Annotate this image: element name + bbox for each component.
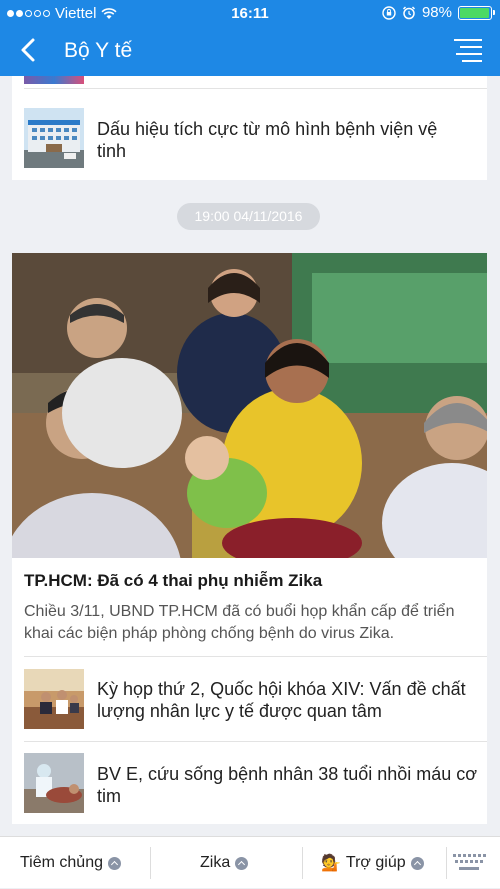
news-thumbnail[interactable] <box>24 669 84 729</box>
divider <box>24 741 487 742</box>
status-bar: Viettel 16:11 98% <box>0 0 500 26</box>
divider <box>446 847 447 879</box>
top-bar: Viettel 16:11 98% Bộ Y tế <box>0 0 500 76</box>
keyboard-icon[interactable] <box>452 853 486 873</box>
chevron-up-icon <box>410 856 424 870</box>
feature-headline[interactable]: TP.HCM: Đã có 4 thai phụ nhiễm Zika <box>24 571 322 591</box>
news-card-feature: TP.HCM: Đã có 4 thai phụ nhiễm Zika Chiề… <box>12 253 487 824</box>
news-thumbnail[interactable] <box>24 753 84 813</box>
feature-image[interactable] <box>12 253 487 558</box>
tab-tro-giup[interactable]: 💁 Trợ giúp <box>321 837 424 889</box>
battery-icon <box>458 5 495 20</box>
divider <box>150 847 151 879</box>
timestamp-badge: 19:00 04/11/2016 <box>177 203 320 230</box>
news-thumbnail-partial <box>24 76 84 84</box>
help-person-icon: 💁 <box>321 855 341 872</box>
news-title[interactable]: BV E, cứu sống bệnh nhân 38 tuổi nhồi má… <box>97 763 482 807</box>
news-card-previous: Dấu hiệu tích cực từ mô hình bệnh viện v… <box>12 76 487 180</box>
news-thumbnail[interactable] <box>24 108 84 168</box>
tab-label: Trợ giúp <box>345 854 406 871</box>
divider <box>24 88 487 89</box>
orientation-lock-icon <box>382 5 396 20</box>
divider <box>24 656 487 657</box>
news-title[interactable]: Dấu hiệu tích cực từ mô hình bệnh viện v… <box>97 118 469 162</box>
tab-tiem-chung[interactable]: Tiêm chủng <box>20 837 121 889</box>
back-chevron-icon[interactable] <box>14 35 44 65</box>
menu-icon[interactable] <box>454 39 482 63</box>
tab-label: Tiêm chủng <box>20 854 103 871</box>
nav-bar: Bộ Y tế <box>0 26 500 76</box>
battery-percent: 98% <box>421 4 452 21</box>
divider <box>302 847 303 879</box>
chevron-up-icon <box>108 856 121 870</box>
chevron-up-icon <box>235 856 249 870</box>
tab-zika[interactable]: Zika <box>200 837 249 889</box>
news-title[interactable]: Kỳ họp thứ 2, Quốc hội khóa XIV: Vấn đề … <box>97 678 482 722</box>
alarm-icon <box>402 5 415 19</box>
tab-label: Zika <box>200 854 231 871</box>
bottom-tab-bar: Tiêm chủng Zika 💁 Trợ giúp <box>0 836 500 888</box>
feature-summary[interactable]: Chiều 3/11, UBND TP.HCM đã có buổi họp k… <box>24 601 484 645</box>
page-title: Bộ Y tế <box>64 39 133 62</box>
